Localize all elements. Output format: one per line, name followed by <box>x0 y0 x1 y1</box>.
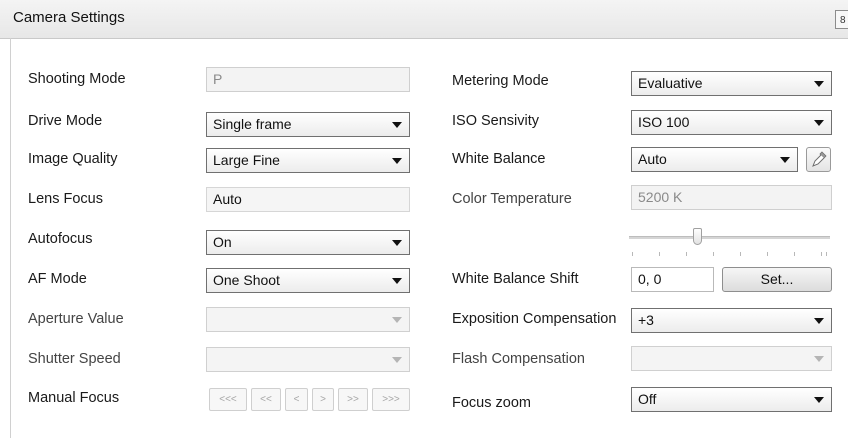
white-balance-label: White Balance <box>452 151 546 167</box>
slider-tick <box>713 252 714 256</box>
shutter-speed-select <box>206 347 410 372</box>
chevron-down-icon <box>780 157 790 163</box>
shooting-mode-label: Shooting Mode <box>28 71 126 87</box>
manual-focus-label: Manual Focus <box>28 390 120 406</box>
autofocus-label: Autofocus <box>28 231 93 247</box>
color-temperature-slider-thumb[interactable] <box>693 228 702 245</box>
chevron-down-icon <box>392 278 402 284</box>
flash-compensation-label: Flash Compensation <box>452 351 585 367</box>
window-title: Camera Settings <box>13 9 125 26</box>
white-balance-value: Auto <box>638 151 667 167</box>
white-balance-picker-button[interactable] <box>806 147 831 172</box>
iso-value: ISO 100 <box>638 114 690 130</box>
iso-label: ISO Sensivity <box>452 113 540 129</box>
slider-tick <box>767 252 768 256</box>
focus-near-1-button: > <box>312 388 334 411</box>
aperture-value-select <box>206 307 410 332</box>
af-mode-value: One Shoot <box>213 272 280 288</box>
white-balance-shift-field[interactable]: 0, 0 <box>631 267 714 292</box>
chevron-down-icon <box>392 158 402 164</box>
slider-tick <box>794 252 795 256</box>
title-bar: Camera Settings 8 <box>0 0 848 39</box>
chevron-down-icon <box>814 81 824 87</box>
white-balance-shift-label: White Balance Shift <box>452 271 579 287</box>
focus-far-2-button: << <box>251 388 281 411</box>
autofocus-select[interactable]: On <box>206 230 410 255</box>
drive-mode-select[interactable]: Single frame <box>206 112 410 137</box>
iso-select[interactable]: ISO 100 <box>631 110 832 135</box>
color-temperature-field: 5200 K <box>631 185 832 210</box>
focus-far-3-button: <<< <box>209 388 247 411</box>
chevron-down-icon <box>814 356 824 362</box>
exposition-compensation-label: Exposition Compensation <box>452 311 617 327</box>
exposition-compensation-select[interactable]: +3 <box>631 308 832 333</box>
focus-zoom-value: Off <box>638 391 657 407</box>
shutter-speed-label: Shutter Speed <box>28 351 121 367</box>
image-quality-label: Image Quality <box>28 151 118 167</box>
metering-mode-value: Evaluative <box>638 75 703 91</box>
focus-near-2-button: >> <box>338 388 368 411</box>
af-mode-select[interactable]: One Shoot <box>206 268 410 293</box>
color-temperature-label: Color Temperature <box>452 191 572 207</box>
chevron-down-icon <box>392 240 402 246</box>
image-quality-value: Large Fine <box>213 152 280 168</box>
chevron-down-icon <box>392 317 402 323</box>
close-button[interactable]: 8 <box>835 10 848 29</box>
flash-compensation-select <box>631 346 832 371</box>
autofocus-value: On <box>213 234 232 250</box>
window-border <box>10 38 11 438</box>
image-quality-select[interactable]: Large Fine <box>206 148 410 173</box>
slider-tick <box>826 252 827 256</box>
chevron-down-icon <box>814 318 824 324</box>
eyedropper-icon <box>812 151 827 167</box>
color-temperature-slider-track[interactable] <box>629 236 830 239</box>
shooting-mode-field: P <box>206 67 410 92</box>
aperture-value-label: Aperture Value <box>28 311 124 327</box>
chevron-down-icon <box>814 120 824 126</box>
lens-focus-field: Auto <box>206 187 410 212</box>
slider-tick <box>659 252 660 256</box>
lens-focus-label: Lens Focus <box>28 191 103 207</box>
white-balance-select[interactable]: Auto <box>631 147 798 172</box>
drive-mode-label: Drive Mode <box>28 113 103 129</box>
focus-far-1-button: < <box>285 388 308 411</box>
af-mode-label: AF Mode <box>28 271 87 287</box>
metering-mode-select[interactable]: Evaluative <box>631 71 832 96</box>
slider-tick <box>686 252 687 256</box>
slider-tick <box>821 252 822 256</box>
exposition-compensation-value: +3 <box>638 312 654 328</box>
slider-tick <box>740 252 741 256</box>
focus-zoom-select[interactable]: Off <box>631 387 832 412</box>
metering-mode-label: Metering Mode <box>452 73 549 89</box>
chevron-down-icon <box>392 122 402 128</box>
white-balance-shift-set-button[interactable]: Set... <box>722 267 832 292</box>
drive-mode-value: Single frame <box>213 116 292 132</box>
focus-near-3-button: >>> <box>372 388 410 411</box>
chevron-down-icon <box>392 357 402 363</box>
chevron-down-icon <box>814 397 824 403</box>
slider-tick <box>632 252 633 256</box>
focus-zoom-label: Focus zoom <box>452 395 531 411</box>
